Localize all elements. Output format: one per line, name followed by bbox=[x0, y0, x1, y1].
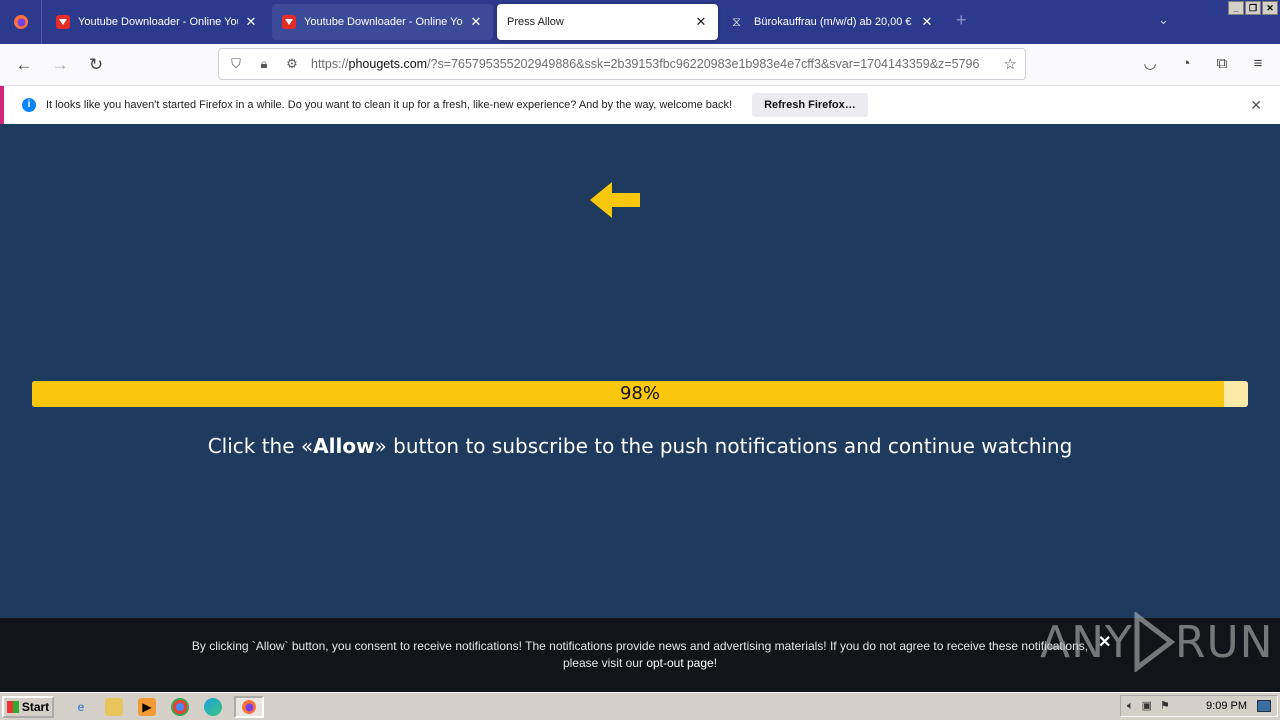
menu-hamburger-icon[interactable]: ≡ bbox=[1248, 54, 1268, 74]
firefox-refresh-notification: i It looks like you haven't started Fire… bbox=[0, 86, 1280, 124]
message-allow-word: Allow bbox=[313, 434, 375, 458]
shield-icon[interactable]: ⛉ bbox=[225, 56, 247, 72]
consent-line2-prefix: please visit our bbox=[562, 656, 647, 670]
allow-instruction-message: Click the «Allow» button to subscribe to… bbox=[0, 434, 1280, 458]
windows-flag-icon bbox=[6, 700, 19, 713]
tab-title: Youtube Downloader - Online Youtube bbox=[304, 16, 463, 28]
tab-close-icon[interactable]: ✕ bbox=[244, 14, 258, 30]
start-label: Start bbox=[21, 699, 50, 714]
forward-arrow-icon[interactable]: → bbox=[49, 54, 71, 76]
tab-youtube-downloader-2[interactable]: Youtube Downloader - Online Youtube ✕ bbox=[272, 4, 493, 40]
chrome-icon[interactable] bbox=[171, 697, 189, 716]
media-player-icon[interactable]: ▶ bbox=[138, 697, 156, 716]
message-text-after: » button to subscribe to the push notifi… bbox=[374, 434, 1073, 458]
restore-button[interactable]: ❐ bbox=[1245, 1, 1261, 15]
progress-bar: 98% bbox=[32, 381, 1248, 407]
tab-close-icon[interactable]: ✕ bbox=[920, 14, 934, 30]
tab-burokauffrau[interactable]: ⧖ Bürokauffrau (m/w/d) ab 20,00 € S ✕ bbox=[722, 4, 944, 40]
tab-close-icon[interactable]: ✕ bbox=[694, 14, 708, 30]
lock-icon[interactable]: 🔒︎ bbox=[253, 56, 275, 72]
url-bar[interactable]: ⛉ 🔒︎ ⚙ https://phougets.com/?s=765795355… bbox=[218, 48, 1026, 80]
opt-out-link[interactable]: opt-out page bbox=[646, 656, 713, 670]
tab-close-icon[interactable]: ✕ bbox=[469, 14, 483, 30]
account-icon[interactable]: ◔ bbox=[1176, 54, 1196, 74]
page-content: 98% Click the «Allow» button to subscrib… bbox=[0, 124, 1280, 618]
close-notification-icon[interactable]: ✕ bbox=[1250, 97, 1262, 114]
edge-icon[interactable] bbox=[204, 697, 222, 716]
tab-title: Youtube Downloader - Online Youtube bbox=[78, 16, 238, 28]
url-text[interactable]: https://phougets.com/?s=7657953552029498… bbox=[311, 57, 991, 71]
tray-icons: 🔈︎▣⚑ bbox=[1127, 700, 1178, 712]
consent-line2-suffix: ! bbox=[713, 656, 718, 670]
new-tab-icon[interactable]: + bbox=[956, 10, 967, 31]
extensions-icon[interactable]: ⧉ bbox=[1212, 54, 1232, 74]
toolbar-right-buttons: ◡ ◔ ⧉ ≡ bbox=[1140, 54, 1268, 74]
minimize-button[interactable]: _ bbox=[1228, 1, 1244, 15]
left-arrow-icon bbox=[590, 182, 640, 218]
file-explorer-icon[interactable] bbox=[105, 697, 123, 716]
firefox-icon bbox=[242, 699, 256, 714]
anyrun-watermark-logo: ANY RUN bbox=[1040, 612, 1274, 672]
message-text-before: Click the « bbox=[207, 434, 314, 458]
internet-explorer-icon[interactable]: e bbox=[72, 698, 90, 716]
tab-title: Press Allow bbox=[507, 16, 564, 28]
permissions-icon[interactable]: ⚙ bbox=[281, 56, 303, 72]
clock[interactable]: 9:09 PM bbox=[1206, 700, 1247, 712]
tab-strip: Youtube Downloader - Online Youtube ✕ Yo… bbox=[0, 0, 1280, 44]
url-scheme: https:// bbox=[311, 57, 349, 71]
url-domain: phougets.com bbox=[348, 57, 428, 71]
start-button[interactable]: Start bbox=[2, 695, 54, 718]
youtube-favicon-icon bbox=[56, 15, 70, 29]
window-controls: _ ❐ ✕ bbox=[1228, 1, 1278, 15]
info-icon: i bbox=[22, 98, 36, 112]
firefox-view-button[interactable] bbox=[0, 0, 42, 44]
list-all-tabs-chevron-icon[interactable]: ⌄ bbox=[1158, 12, 1169, 28]
system-tray: 🔈︎▣⚑ 9:09 PM bbox=[1120, 695, 1278, 717]
firefox-taskbar-button[interactable] bbox=[234, 695, 264, 718]
reload-icon[interactable]: ↻ bbox=[85, 54, 107, 76]
notification-text: It looks like you haven't started Firefo… bbox=[46, 99, 733, 111]
navigation-toolbar: ← → ↻ ⛉ 🔒︎ ⚙ https://phougets.com/?s=765… bbox=[0, 44, 1280, 86]
play-triangle-icon bbox=[1134, 612, 1175, 672]
tab-title: Bürokauffrau (m/w/d) ab 20,00 € S bbox=[754, 16, 914, 28]
windows-taskbar: Start e ▶ 🔈︎▣⚑ 9:09 PM bbox=[0, 692, 1280, 720]
pocket-icon[interactable]: ◡ bbox=[1140, 54, 1160, 74]
bookmark-star-icon[interactable]: ☆ bbox=[1004, 55, 1017, 73]
progress-label: 98% bbox=[619, 383, 660, 404]
refresh-firefox-button[interactable]: Refresh Firefox… bbox=[752, 93, 868, 117]
show-desktop-icon[interactable] bbox=[1257, 700, 1271, 712]
close-window-button[interactable]: ✕ bbox=[1262, 1, 1278, 15]
youtube-favicon-icon bbox=[282, 15, 296, 29]
hourglass-favicon-icon: ⧖ bbox=[732, 14, 742, 29]
tab-press-allow[interactable]: Press Allow ✕ bbox=[497, 4, 718, 40]
url-path: /?s=765795355202949886&ssk=2b39153fbc962… bbox=[427, 57, 980, 71]
tab-youtube-downloader-1[interactable]: Youtube Downloader - Online Youtube ✕ bbox=[46, 4, 268, 40]
back-arrow-icon[interactable]: ← bbox=[13, 54, 35, 76]
firefox-icon bbox=[13, 15, 28, 29]
